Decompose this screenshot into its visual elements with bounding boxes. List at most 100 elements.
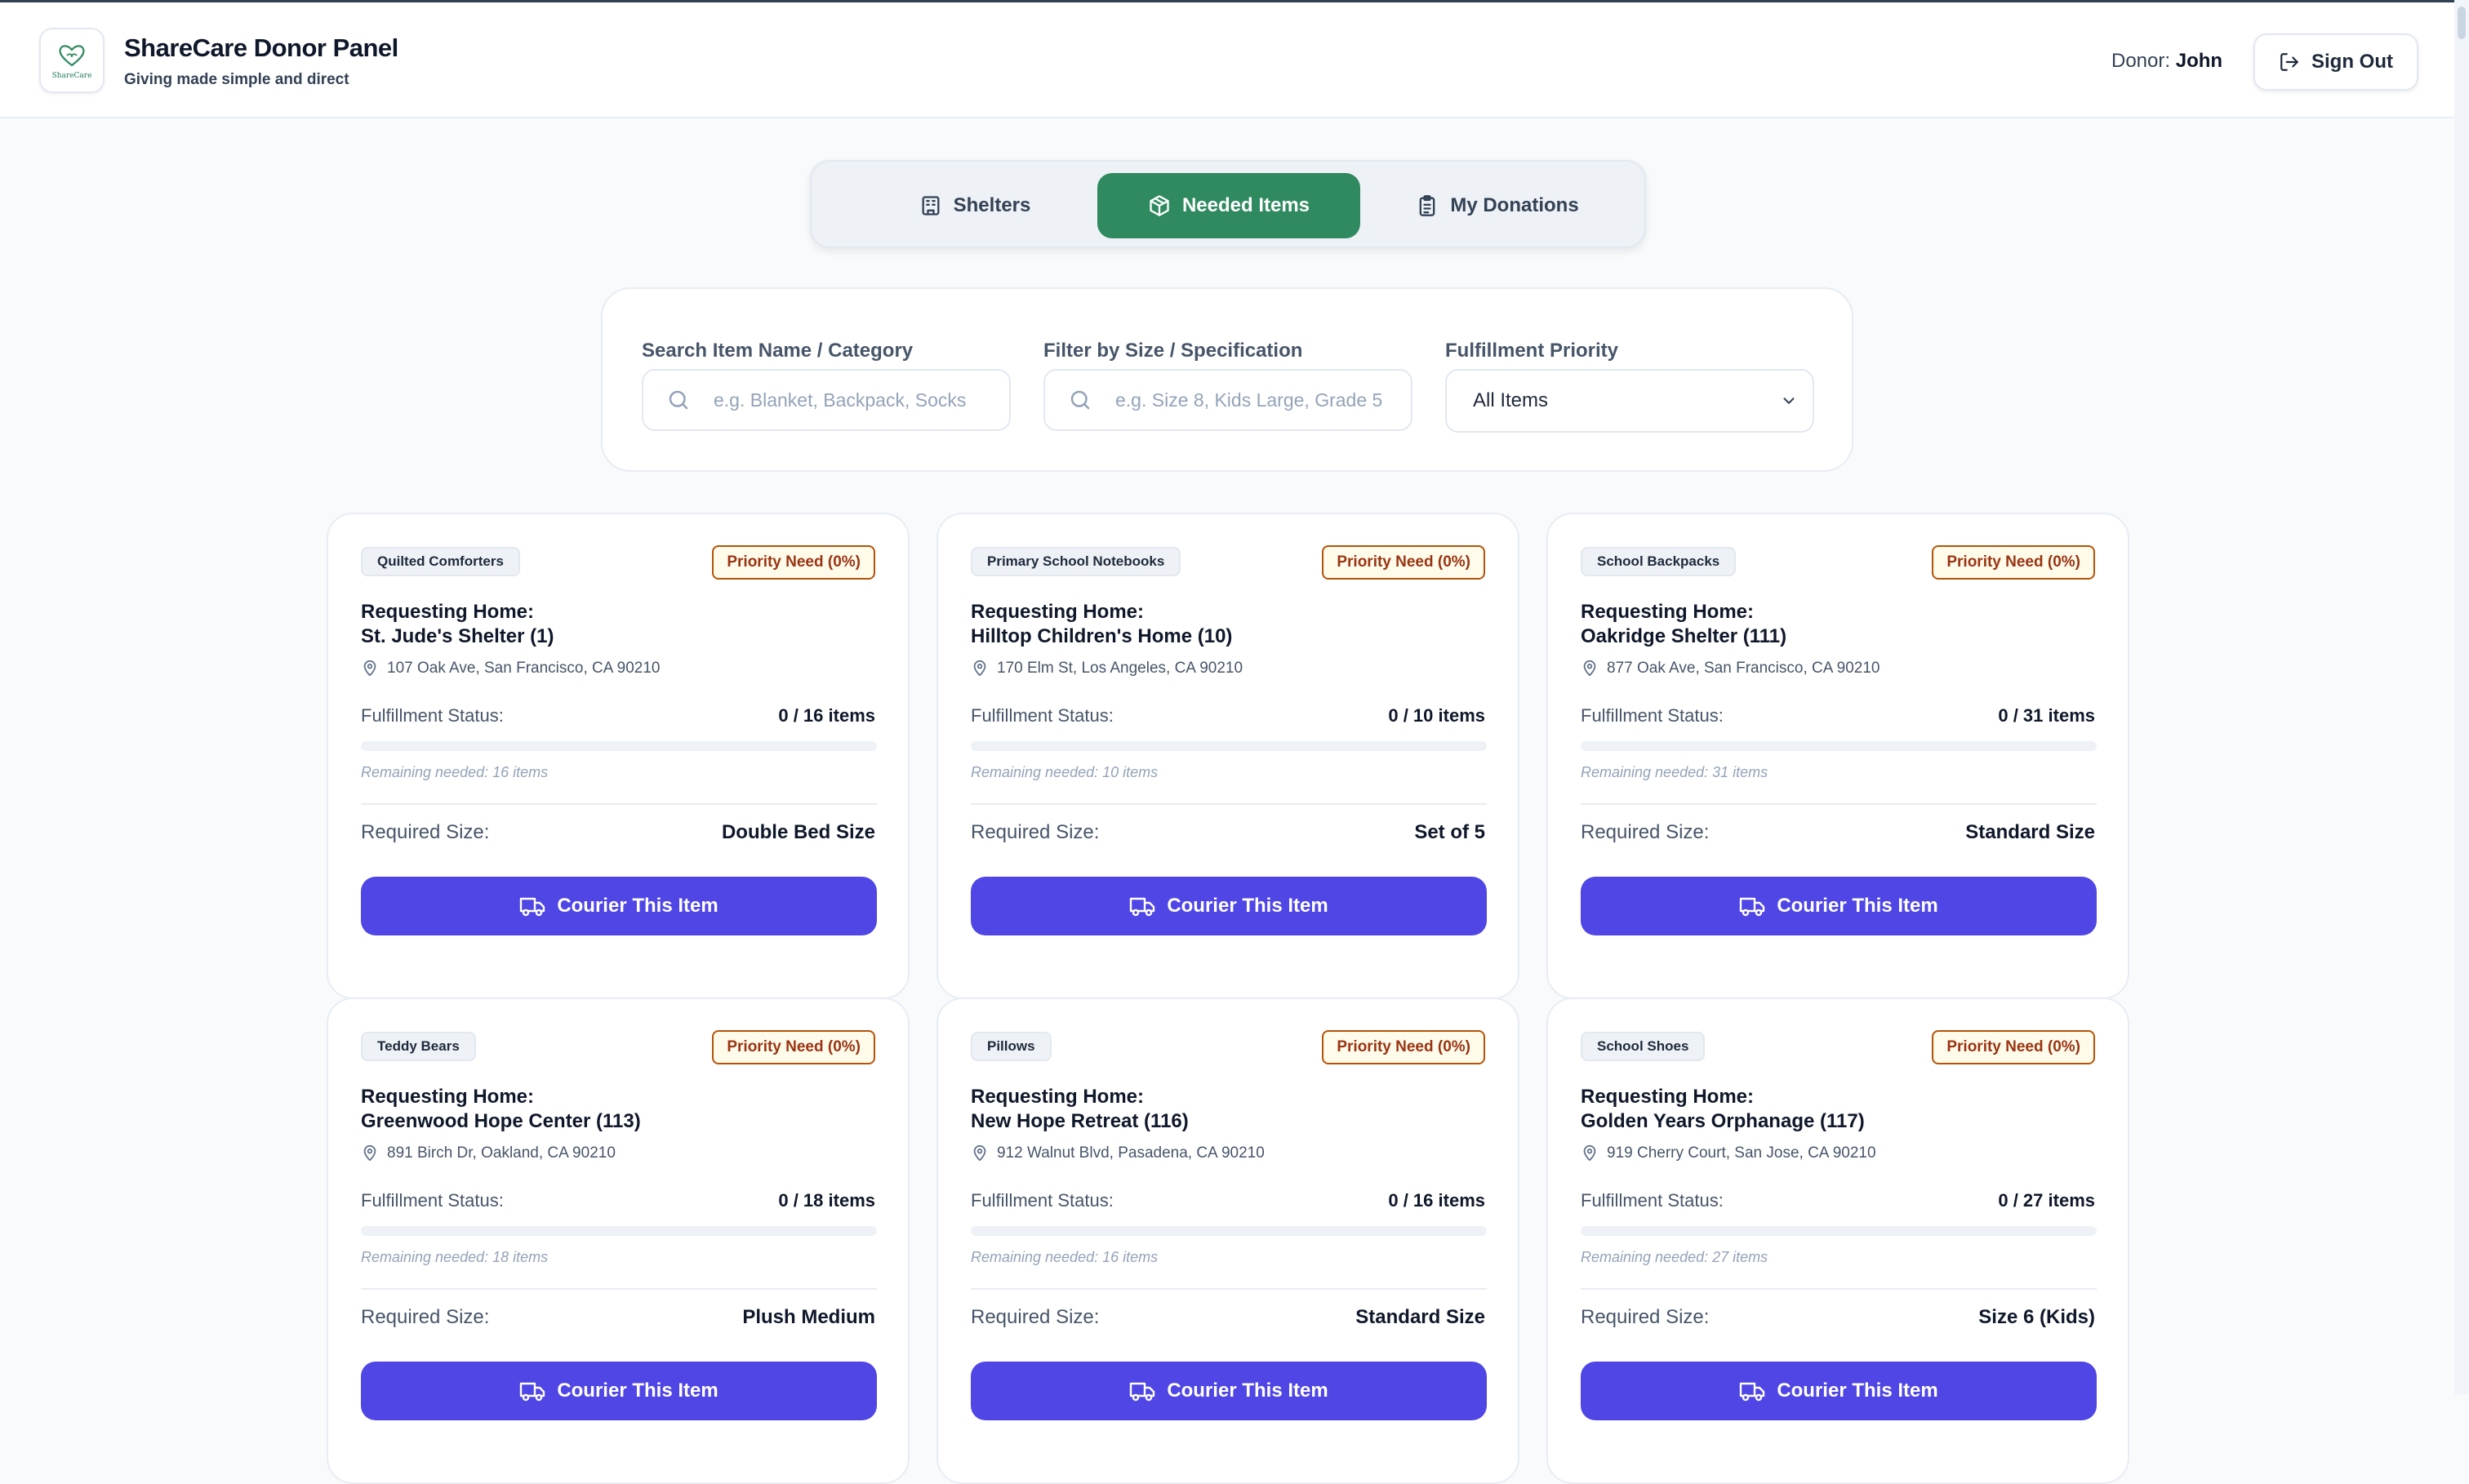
priority-badge: Priority Need (0%) (1322, 1030, 1485, 1064)
priority-select[interactable]: All Items (1445, 369, 1814, 433)
address-text: 107 Oak Ave, San Francisco, CA 90210 (387, 660, 661, 677)
location-pin-icon (1583, 1144, 1596, 1162)
courier-item-button[interactable]: Courier This Item (971, 1362, 1487, 1420)
search-label: Search Item Name / Category (642, 340, 914, 362)
item-card: School Backpacks Priority Need (0%) Reques… (1546, 513, 2129, 999)
required-size-label: Required Size: (1581, 821, 1710, 843)
courier-item-button[interactable]: Courier This Item (361, 877, 877, 935)
search-input[interactable] (714, 389, 983, 411)
courier-label: Courier This Item (557, 895, 718, 917)
requesting-home-label: Requesting Home: (1581, 1086, 1755, 1108)
category-badge: School Shoes (1581, 1032, 1706, 1061)
tab-label: Needed Items (1181, 194, 1310, 216)
search-icon (669, 390, 688, 410)
size-filter-input[interactable] (1115, 389, 1385, 411)
required-size-value: Double Bed Size (721, 821, 875, 843)
courier-label: Courier This Item (1777, 1380, 1938, 1402)
tab-label: Shelters (953, 194, 1031, 216)
courier-label: Courier This Item (1167, 895, 1328, 917)
tab-needed-items[interactable]: Needed Items (1097, 173, 1360, 238)
category-badge: Teddy Bears (361, 1032, 476, 1061)
requesting-home-label: Requesting Home: (971, 601, 1145, 623)
size-filter-field[interactable] (1043, 369, 1412, 431)
address-text: 877 Oak Ave, San Francisco, CA 90210 (1607, 660, 1880, 677)
app-logo: ShareCare (39, 28, 105, 93)
courier-label: Courier This Item (1777, 895, 1938, 917)
truck-icon (1130, 1382, 1155, 1402)
item-card: Teddy Bears Priority Need (0%) Requesting … (327, 997, 910, 1484)
fulfillment-label: Fulfillment Status: (1581, 1190, 1724, 1211)
home-name: Golden Years Orphanage (117) (1581, 1110, 1865, 1132)
fulfillment-value: 0 / 16 items (1388, 1190, 1485, 1211)
chevron-down-icon (1783, 398, 1795, 404)
tab-label: My Donations (1450, 194, 1579, 216)
fulfillment-value: 0 / 27 items (1998, 1190, 2095, 1211)
courier-item-button[interactable]: Courier This Item (1581, 1362, 2097, 1420)
required-size-label: Required Size: (971, 821, 1100, 843)
location-pin-icon (1583, 660, 1596, 677)
home-name: Oakridge Shelter (111) (1581, 625, 1787, 647)
category-badge: Primary School Notebooks (971, 547, 1181, 576)
fulfillment-label: Fulfillment Status: (971, 1190, 1114, 1211)
sign-out-button[interactable]: Sign Out (2253, 33, 2418, 91)
home-name: St. Jude's Shelter (1) (361, 625, 554, 647)
home-address: 912 Walnut Blvd, Pasadena, CA 90210 (971, 1144, 1265, 1162)
divider (361, 803, 877, 805)
courier-item-button[interactable]: Courier This Item (1581, 877, 2097, 935)
location-pin-icon (973, 1144, 986, 1162)
fulfillment-value: 0 / 16 items (778, 705, 875, 726)
courier-item-button[interactable]: Courier This Item (361, 1362, 877, 1420)
category-badge: School Backpacks (1581, 547, 1737, 576)
item-card: Pillows Priority Need (0%) Requesting Home… (936, 997, 1519, 1484)
tab-my-donations[interactable]: My Donations (1375, 173, 1620, 238)
item-card: Quilted Comforters Priority Need (0%) Requ… (327, 513, 910, 999)
logo-text: ShareCare (51, 72, 92, 80)
fulfillment-value: 0 / 10 items (1388, 705, 1485, 726)
remaining-needed: Remaining needed: 16 items (361, 764, 549, 780)
courier-item-button[interactable]: Courier This Item (971, 877, 1487, 935)
nav-tabs: Shelters Needed Items My Donations (810, 160, 1646, 248)
item-card: School Shoes Priority Need (0%) Requesting… (1546, 997, 2129, 1484)
package-icon (1150, 195, 1169, 216)
required-size-value: Set of 5 (1414, 821, 1485, 843)
courier-label: Courier This Item (557, 1380, 718, 1402)
address-text: 891 Birch Dr, Oakland, CA 90210 (387, 1144, 616, 1162)
fulfillment-value: 0 / 31 items (1998, 705, 2095, 726)
fulfillment-label: Fulfillment Status: (361, 705, 504, 726)
required-size-label: Required Size: (971, 1306, 1100, 1328)
scrollbar-thumb[interactable] (2458, 7, 2466, 39)
requesting-home-label: Requesting Home: (361, 601, 535, 623)
scrollbar[interactable] (2454, 0, 2469, 1394)
app-subtitle: Giving made simple and direct (124, 71, 349, 88)
progress-bar (971, 1226, 1487, 1236)
donor-name: John (2175, 50, 2223, 72)
required-size-value: Plush Medium (742, 1306, 875, 1328)
remaining-needed: Remaining needed: 27 items (1581, 1249, 1768, 1265)
item-card: Primary School Notebooks Priority Need (0… (936, 513, 1519, 999)
remaining-needed: Remaining needed: 16 items (971, 1249, 1159, 1265)
progress-bar (1581, 741, 2097, 751)
home-name: Greenwood Hope Center (113) (361, 1110, 641, 1132)
building-icon (922, 196, 940, 215)
priority-badge: Priority Need (0%) (712, 545, 875, 580)
size-filter-label: Filter by Size / Specification (1043, 340, 1303, 362)
priority-badge: Priority Need (0%) (1322, 545, 1485, 580)
required-size-value: Standard Size (1355, 1306, 1485, 1328)
required-size-label: Required Size: (361, 821, 490, 843)
donor-label: Donor: (2111, 50, 2171, 72)
clipboard-icon (1419, 195, 1435, 216)
tab-shelters[interactable]: Shelters (869, 173, 1081, 238)
home-name: Hilltop Children's Home (10) (971, 625, 1233, 647)
priority-badge: Priority Need (0%) (1932, 1030, 2095, 1064)
truck-icon (520, 1382, 545, 1402)
category-badge: Pillows (971, 1032, 1052, 1061)
progress-bar (1581, 1226, 2097, 1236)
courier-label: Courier This Item (1167, 1380, 1328, 1402)
priority-select-value: All Items (1473, 389, 1549, 411)
search-field[interactable] (642, 369, 1011, 431)
search-icon (1070, 390, 1090, 410)
location-pin-icon (363, 660, 376, 677)
required-size-value: Size 6 (Kids) (1978, 1306, 2095, 1328)
required-size-label: Required Size: (1581, 1306, 1710, 1328)
divider (971, 803, 1487, 805)
